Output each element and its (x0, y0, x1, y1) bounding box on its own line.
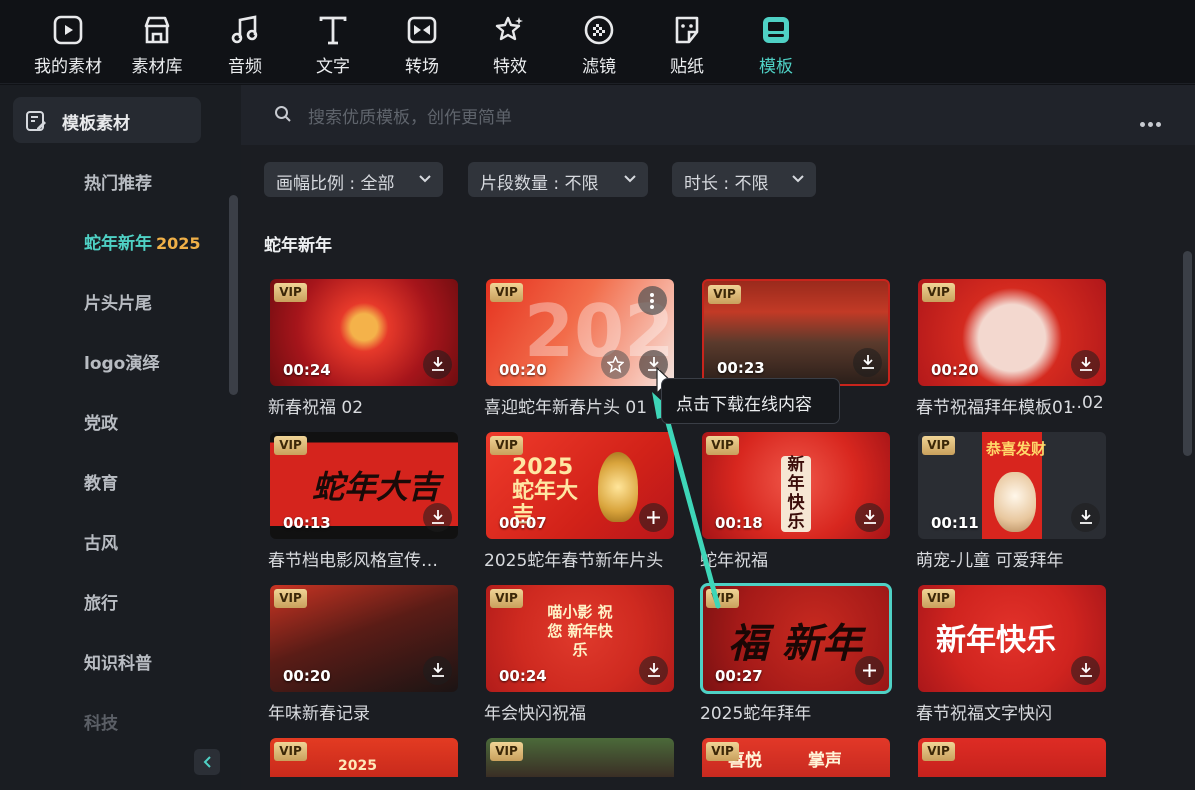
annotation-arrow (652, 366, 721, 609)
download-tooltip: 点击下载在线内容 (661, 378, 840, 424)
